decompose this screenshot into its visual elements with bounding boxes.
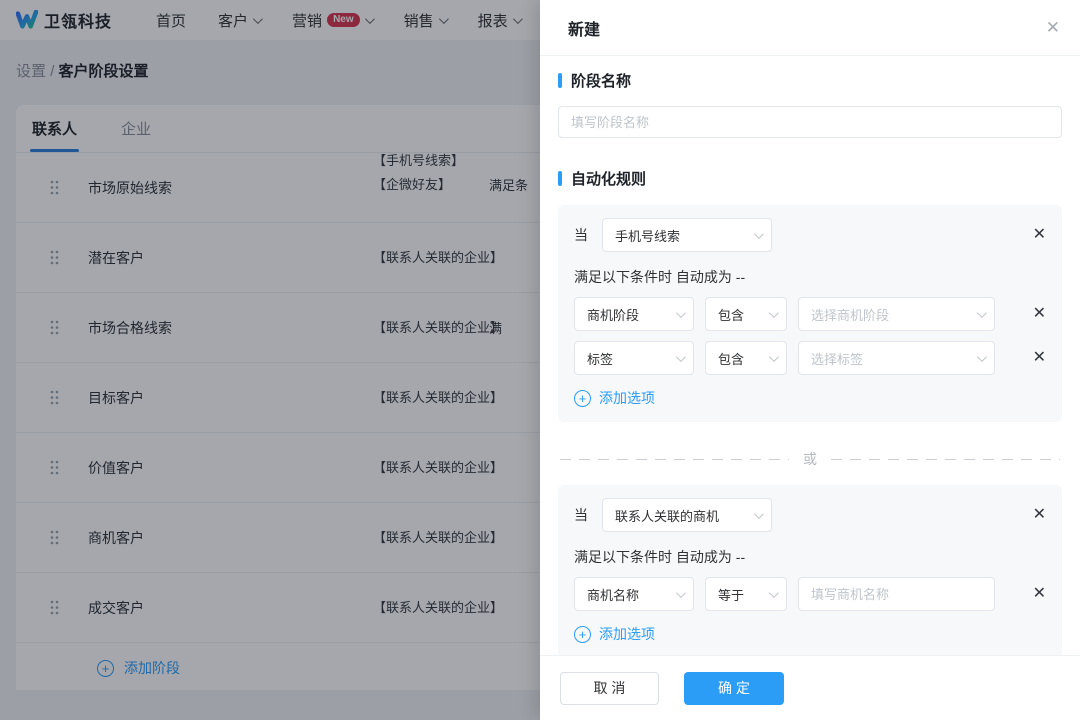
when-label: 当 bbox=[574, 505, 588, 525]
condition-field-select[interactable]: 商机名称 bbox=[574, 577, 694, 611]
condition-operator-select[interactable]: 等于 bbox=[705, 577, 787, 611]
remove-condition-icon[interactable]: ✕ bbox=[1033, 586, 1046, 602]
condition-operator-select[interactable]: 包含 bbox=[705, 341, 787, 375]
remove-rule-icon[interactable]: ✕ bbox=[1033, 227, 1046, 243]
chevron-down-icon bbox=[676, 588, 686, 598]
cancel-button[interactable]: 取 消 bbox=[560, 672, 659, 705]
chevron-down-icon bbox=[769, 352, 779, 362]
drawer-footer: 取 消 确 定 bbox=[540, 655, 1080, 720]
condition-row: 商机名称 等于 ✕ bbox=[574, 577, 1046, 611]
condition-value-select[interactable]: 选择标签 bbox=[798, 341, 995, 375]
section-bar bbox=[558, 73, 562, 88]
when-label: 当 bbox=[574, 225, 588, 245]
chevron-down-icon bbox=[769, 588, 779, 598]
condition-field-select[interactable]: 商机阶段 bbox=[574, 297, 694, 331]
condition-value-input[interactable] bbox=[798, 577, 995, 611]
condition-row: 标签 包含 选择标签 ✕ bbox=[574, 341, 1046, 375]
condition-operator-select[interactable]: 包含 bbox=[705, 297, 787, 331]
drawer-header: 新建 ✕ bbox=[540, 0, 1080, 56]
condition-field-select[interactable]: 标签 bbox=[574, 341, 694, 375]
plus-icon: + bbox=[574, 626, 591, 643]
remove-condition-icon[interactable]: ✕ bbox=[1033, 350, 1046, 366]
close-icon[interactable]: ✕ bbox=[1046, 18, 1060, 38]
plus-icon: + bbox=[574, 390, 591, 407]
automation-rule-2: ✕ 当 联系人关联的商机 满足以下条件时 自动成为 -- 商机名称 等于 ✕ +… bbox=[558, 485, 1062, 655]
stage-name-input[interactable] bbox=[558, 106, 1062, 138]
condition-row: 商机阶段 包含 选择商机阶段 ✕ bbox=[574, 297, 1046, 331]
chevron-down-icon bbox=[977, 308, 987, 318]
automation-rule-1: ✕ 当 手机号线索 满足以下条件时 自动成为 -- 商机阶段 包含 选择商机阶段… bbox=[558, 205, 1062, 422]
remove-rule-icon[interactable]: ✕ bbox=[1033, 507, 1046, 523]
section-stage-name: 阶段名称 bbox=[558, 70, 1062, 91]
dashed-line bbox=[560, 459, 789, 460]
dashed-line bbox=[831, 459, 1060, 460]
drawer-title: 新建 bbox=[568, 16, 600, 40]
section-automation: 自动化规则 bbox=[558, 168, 1062, 189]
section-bar bbox=[558, 171, 562, 186]
chevron-down-icon bbox=[769, 308, 779, 318]
condition-value-select[interactable]: 选择商机阶段 bbox=[798, 297, 995, 331]
add-option-button[interactable]: + 添加选项 bbox=[574, 388, 1046, 408]
drawer-body: 阶段名称 自动化规则 ✕ 当 手机号线索 满足以下条件时 自动成为 -- 商机阶… bbox=[540, 56, 1080, 655]
add-option-button[interactable]: + 添加选项 bbox=[574, 624, 1046, 644]
or-divider: 或 bbox=[560, 449, 1060, 469]
new-stage-drawer: 新建 ✕ 阶段名称 自动化规则 ✕ 当 手机号线索 满足以下条件时 自动成为 -… bbox=[540, 0, 1080, 720]
condition-sentence: 满足以下条件时 自动成为 -- bbox=[574, 267, 1046, 287]
or-label: 或 bbox=[803, 449, 817, 469]
condition-sentence: 满足以下条件时 自动成为 -- bbox=[574, 547, 1046, 567]
chevron-down-icon bbox=[977, 352, 987, 362]
chevron-down-icon bbox=[676, 308, 686, 318]
chevron-down-icon bbox=[754, 229, 764, 239]
trigger-select[interactable]: 联系人关联的商机 bbox=[602, 498, 772, 532]
chevron-down-icon bbox=[676, 352, 686, 362]
confirm-button[interactable]: 确 定 bbox=[684, 672, 784, 705]
remove-condition-icon[interactable]: ✕ bbox=[1033, 306, 1046, 322]
trigger-select[interactable]: 手机号线索 bbox=[602, 218, 772, 252]
chevron-down-icon bbox=[754, 509, 764, 519]
